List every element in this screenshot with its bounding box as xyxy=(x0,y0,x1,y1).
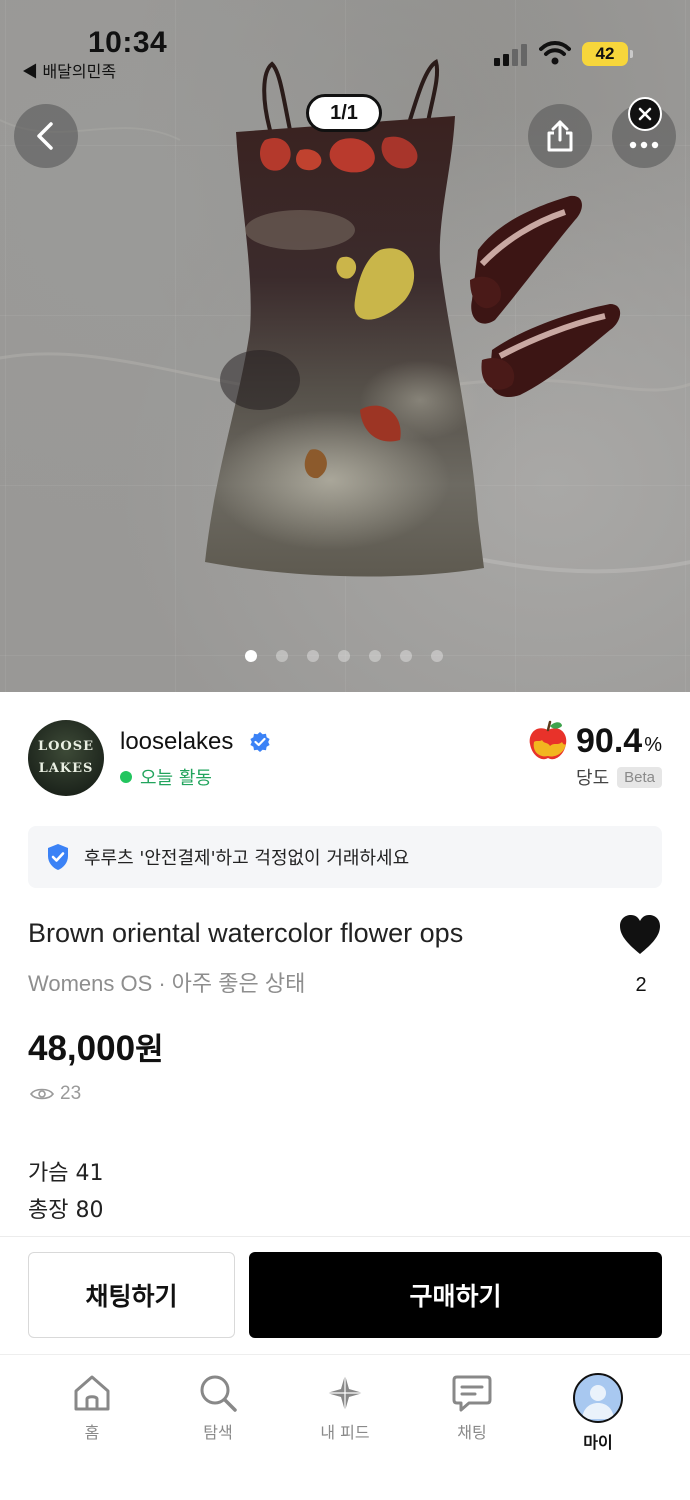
home-icon xyxy=(74,1375,110,1411)
product-meta: Womens OS · 아주 좋은 상태 xyxy=(28,966,305,998)
bottom-navigation: 홈 탐색 내 피드 채팅 마이 xyxy=(0,1354,690,1500)
wifi-icon xyxy=(539,41,571,65)
product-title: Brown oriental watercolor flower ops xyxy=(28,918,464,948)
seller-section: LOOSE LAKES looselakes 오늘 활동 90.4 % 당도 B… xyxy=(28,720,662,800)
desc-line: 총장 80 xyxy=(28,1198,104,1223)
avatar-text: LAKES xyxy=(38,761,94,776)
buy-button[interactable]: 구매하기 xyxy=(249,1252,662,1338)
heart-icon[interactable] xyxy=(618,914,662,956)
more-dots-icon xyxy=(629,141,659,149)
battery-indicator: 42 xyxy=(582,42,633,66)
product-description: 가슴 41 총장 80 xyxy=(28,1155,103,1229)
activity-label: 오늘 활동 xyxy=(140,768,212,789)
nav-home[interactable]: 홈 xyxy=(42,1373,142,1443)
nav-search[interactable]: 탐색 xyxy=(168,1373,268,1443)
profile-avatar xyxy=(573,1373,623,1423)
desc-line: 가슴 41 xyxy=(28,1161,104,1186)
close-overlay-button[interactable] xyxy=(628,97,662,131)
back-to-app-link[interactable]: ◀ 배달의민족 xyxy=(22,58,116,82)
product-condition: 아주 좋은 상태 xyxy=(171,971,306,996)
product-price: 48,000원 xyxy=(28,1024,164,1069)
safe-payment-banner[interactable]: 후루츠 '안전결제'하고 걱정없이 거래하세요 xyxy=(28,826,662,888)
nav-label: 채팅 xyxy=(457,1423,487,1442)
product-category[interactable]: Womens OS xyxy=(28,971,152,996)
price-unit: 원 xyxy=(135,1032,164,1068)
seller-name[interactable]: looselakes xyxy=(120,728,233,756)
score-label: 당도 xyxy=(576,768,610,789)
nav-feed[interactable]: 내 피드 xyxy=(295,1373,395,1443)
product-image-gallery[interactable]: 10:34 ◀ 배달의민족 42 1/1 xyxy=(0,0,690,692)
shield-check-icon xyxy=(48,844,68,870)
status-bar: 10:34 ◀ 배달의민족 42 xyxy=(0,0,690,88)
score-value: 90.4 xyxy=(576,721,643,760)
nav-label: 홈 xyxy=(84,1423,100,1442)
pagination-dot[interactable] xyxy=(276,650,288,662)
share-icon xyxy=(547,120,573,152)
nav-my[interactable]: 마이 xyxy=(548,1373,648,1453)
purchase-action-bar: 채팅하기 구매하기 xyxy=(0,1236,690,1354)
eye-icon xyxy=(30,1088,54,1100)
nav-label: 탐색 xyxy=(203,1423,233,1442)
search-icon xyxy=(200,1375,237,1412)
chat-bubble-icon xyxy=(452,1375,492,1412)
status-time: 10:34 xyxy=(88,26,168,59)
avatar-text: LOOSE xyxy=(37,739,95,754)
like-count: 2 xyxy=(635,974,647,996)
pagination-dot[interactable] xyxy=(400,650,412,662)
chevron-left-icon xyxy=(37,122,53,150)
nav-chat[interactable]: 채팅 xyxy=(422,1373,522,1443)
meta-separator: · xyxy=(158,971,166,996)
pagination-dot[interactable] xyxy=(338,650,350,662)
chat-button[interactable]: 채팅하기 xyxy=(28,1252,235,1338)
pagination-dot[interactable] xyxy=(369,650,381,662)
nav-label: 마이 xyxy=(583,1433,613,1452)
pagination-dot[interactable] xyxy=(245,650,257,662)
sweetness-score[interactable]: 90.4 % 당도 Beta xyxy=(526,720,662,790)
score-unit: % xyxy=(644,733,662,756)
cellular-signal-icon xyxy=(494,44,527,66)
sparkle-icon xyxy=(327,1375,363,1411)
pagination-dot[interactable] xyxy=(307,650,319,662)
active-dot-icon xyxy=(120,771,132,783)
beta-badge: Beta xyxy=(617,766,662,788)
fruit-icon xyxy=(529,720,567,760)
nav-label: 내 피드 xyxy=(320,1423,370,1442)
pagination-dot[interactable] xyxy=(431,650,443,662)
share-button[interactable] xyxy=(528,104,592,168)
back-button[interactable] xyxy=(14,104,78,168)
safe-payment-text: 후루츠 '안전결제'하고 걱정없이 거래하세요 xyxy=(84,848,410,869)
view-count: 23 xyxy=(30,1083,81,1105)
activity-status: 오늘 활동 xyxy=(120,764,212,790)
views-value: 23 xyxy=(60,1083,82,1104)
close-icon xyxy=(638,107,652,121)
verified-badge-icon xyxy=(250,732,270,752)
image-counter: 1/1 xyxy=(306,94,382,132)
price-value: 48,000 xyxy=(28,1029,136,1068)
seller-avatar[interactable]: LOOSE LAKES xyxy=(28,720,104,796)
gallery-pagination xyxy=(0,650,690,662)
user-icon xyxy=(582,1385,614,1419)
